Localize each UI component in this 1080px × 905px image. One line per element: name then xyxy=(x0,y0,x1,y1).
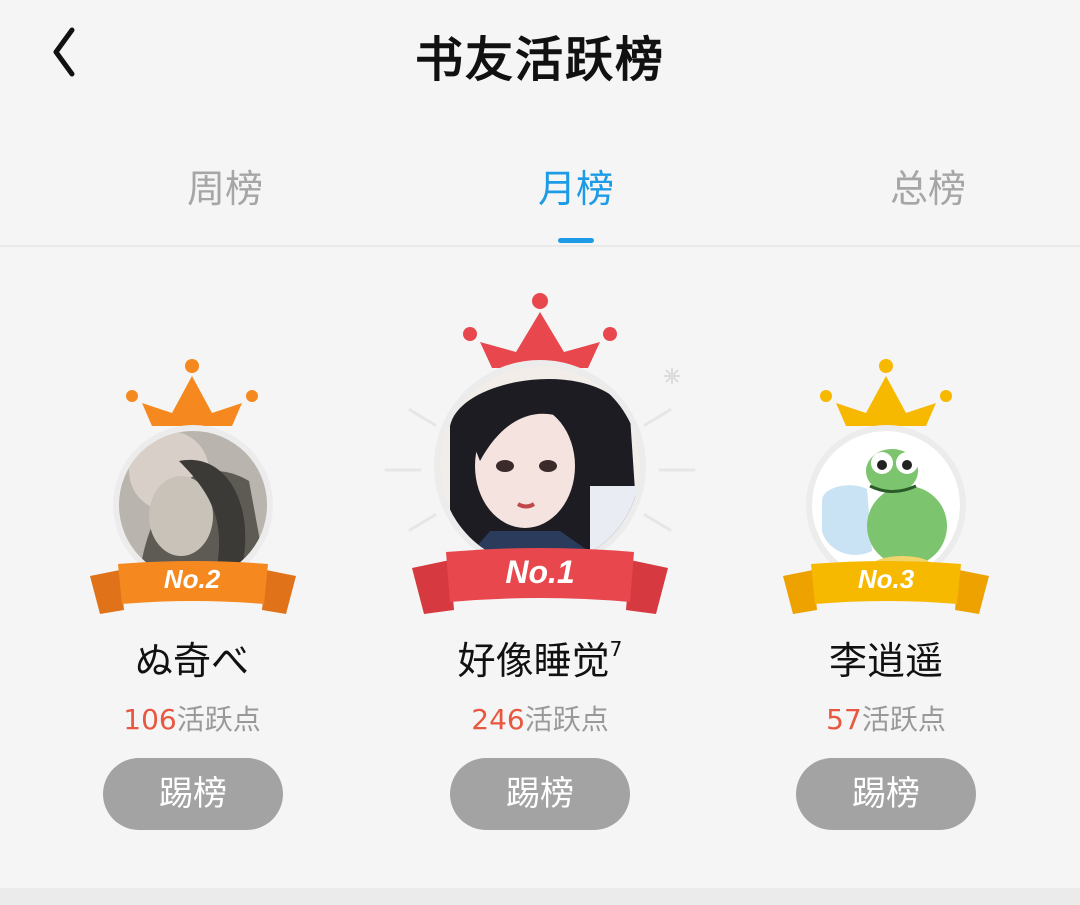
avatar-image xyxy=(440,366,640,566)
kick-button[interactable]: 踢榜 xyxy=(796,758,976,830)
crown-icon xyxy=(463,293,617,368)
rank-label: No.2 xyxy=(163,564,221,594)
section-divider xyxy=(0,888,1080,905)
top-bar: 书友活跃榜 xyxy=(0,0,1080,110)
avatar-image xyxy=(812,431,960,579)
points-value: 57 xyxy=(826,703,862,736)
period-tabs: 周榜 月榜 总榜 xyxy=(0,140,1080,247)
points-value: 106 xyxy=(123,703,177,736)
points-suffix: 活跃点 xyxy=(861,703,946,736)
user-name: 好像睡觉7 xyxy=(380,630,700,685)
crown-icon xyxy=(820,359,952,426)
user-name: ぬ奇べ xyxy=(134,639,249,683)
tab-weekly[interactable]: 周榜 xyxy=(125,158,325,213)
points-value: 246 xyxy=(471,703,525,736)
tab-monthly[interactable]: 月榜 xyxy=(476,158,676,213)
kick-button[interactable]: 踢榜 xyxy=(103,758,283,830)
kick-button[interactable]: 踢榜 xyxy=(450,758,630,830)
active-tab-indicator xyxy=(558,238,594,243)
activity-points: 106活跃点 xyxy=(32,698,352,738)
rank-label: No.1 xyxy=(505,554,575,590)
leaderboard-card-rank-1: No.1 好像睡觉7 246活跃点 踢榜 xyxy=(380,290,700,850)
points-suffix: 活跃点 xyxy=(524,703,609,736)
leaderboard-card-rank-3: No.3 李逍遥 57活跃点 踢榜 xyxy=(726,290,1046,850)
avatar-image xyxy=(119,431,267,579)
rank-label: No.3 xyxy=(857,564,915,594)
user-avatar[interactable] xyxy=(434,360,646,572)
user-name-superscript: 7 xyxy=(609,637,623,661)
activity-points: 57活跃点 xyxy=(726,698,1046,738)
user-name-text: 好像睡觉 xyxy=(457,639,610,683)
tab-total[interactable]: 总榜 xyxy=(828,158,1028,213)
activity-points: 246活跃点 xyxy=(380,698,700,738)
user-name: 李逍遥 xyxy=(828,639,943,683)
points-suffix: 活跃点 xyxy=(176,703,261,736)
page-title: 书友活跃榜 xyxy=(414,32,665,88)
crown-icon xyxy=(126,359,258,426)
leaderboard-card-rank-2: No.2 ぬ奇べ 106活跃点 踢榜 xyxy=(32,290,352,850)
